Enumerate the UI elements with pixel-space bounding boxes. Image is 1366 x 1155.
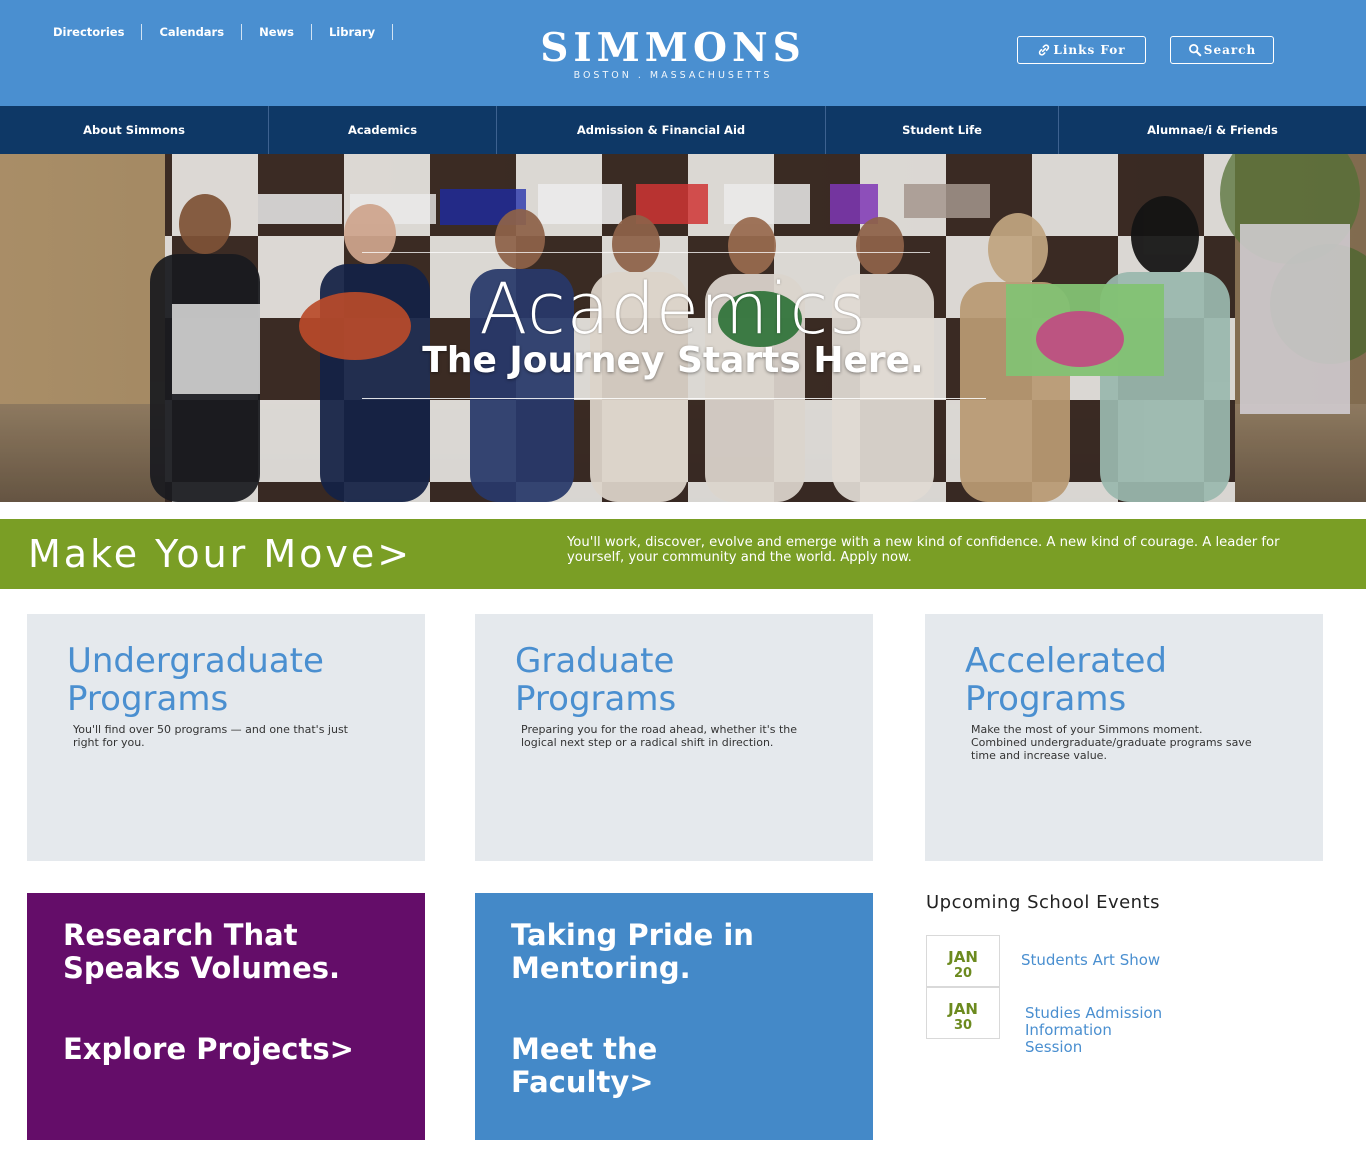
research-heading: Research That Speaks Volumes. [63,919,340,985]
nav-item-academics[interactable]: Academics [268,106,496,154]
nav-item-student-life[interactable]: Student Life [825,106,1058,154]
make-your-move-link[interactable]: Make Your Move> [28,531,412,577]
hero-banner: Academics The Journey Starts Here. [0,154,1366,502]
site-header: Directories Calendars News Library SIMMO… [0,0,1366,106]
card-title-line: Undergraduate [67,641,324,681]
nav-item-alumni-friends[interactable]: Alumnae/i & Friends [1058,106,1366,154]
search-button[interactable]: Search [1170,36,1274,64]
explore-projects-link[interactable]: Explore Projects> [63,1033,354,1066]
card-description: Make the most of your Simmons moment. Co… [971,723,1252,762]
research-heading-line: Research That [63,918,298,952]
research-heading-line: Speaks Volumes. [63,951,341,985]
search-icon [1188,44,1202,57]
card-description: Preparing you for the road ahead, whethe… [521,723,798,749]
event-date-badge: JAN 30 [926,987,1000,1039]
event-link-students-art-show[interactable]: Students Art Show [1021,952,1160,969]
card-title: Accelerated Programs [965,642,1167,718]
mentoring-tile: Taking Pride in Mentoring. Meet the Facu… [475,893,873,1140]
event-link-admission-info-session[interactable]: Studies Admission Information Session [1025,1005,1162,1056]
card-title-line: Programs [965,679,1127,719]
event-day: 30 [953,1018,973,1033]
card-title-line: Programs [515,679,677,719]
links-for-button[interactable]: Links For [1017,36,1146,64]
make-your-move-band: Make Your Move> You'll work, discover, e… [0,519,1366,589]
card-title-line: Accelerated [965,641,1167,681]
mentoring-heading-line: Mentoring. [511,951,691,985]
hero-subtitle: The Journey Starts Here. [422,340,924,381]
event-title-line: Information [1025,1021,1112,1039]
event-title-line: Session [1025,1038,1083,1056]
nav-item-about-simmons[interactable]: About Simmons [0,106,268,154]
brand-location: BOSTON . MASSACHUSETTS [573,70,773,81]
accelerated-programs-card[interactable]: Accelerated Programs Make the most of yo… [925,614,1323,861]
research-tile: Research That Speaks Volumes. Explore Pr… [27,893,425,1140]
link-icon [1039,44,1050,56]
hero-divider-top [362,252,930,253]
events-heading: Upcoming School Events [926,892,1161,913]
main-nav: About Simmons Academics Admission & Fina… [0,106,1366,154]
event-date-badge: JAN 20 [926,935,1000,987]
faculty-link-line: Faculty> [511,1065,654,1099]
card-title: Graduate Programs [515,642,676,718]
event-day: 20 [953,966,973,981]
mentoring-heading: Taking Pride in Mentoring. [511,919,754,985]
faculty-link-line: Meet the [511,1032,658,1066]
hero-divider-bottom [362,398,986,399]
event-month: JAN [948,1000,978,1018]
undergraduate-programs-card[interactable]: Undergraduate Programs You'll find over … [27,614,425,861]
make-your-move-text: You'll work, discover, evolve and emerge… [567,535,1280,565]
card-title: Undergraduate Programs [67,642,324,718]
graduate-programs-card[interactable]: Graduate Programs Preparing you for the … [475,614,873,861]
search-label: Search [1203,43,1257,57]
nav-item-admission-financial-aid[interactable]: Admission & Financial Aid [496,106,825,154]
event-month: JAN [948,948,978,966]
card-title-line: Graduate [515,641,675,681]
links-for-label: Links For [1053,43,1126,57]
event-title-line: Students Art Show [1021,951,1161,969]
event-title-line: Studies Admission [1025,1004,1163,1022]
meet-the-faculty-link[interactable]: Meet the Faculty> [511,1033,657,1099]
hero-title: Academics [479,268,867,350]
card-description: You'll find over 50 programs — and one t… [73,723,348,749]
mentoring-heading-line: Taking Pride in [511,918,754,952]
card-title-line: Programs [67,679,229,719]
